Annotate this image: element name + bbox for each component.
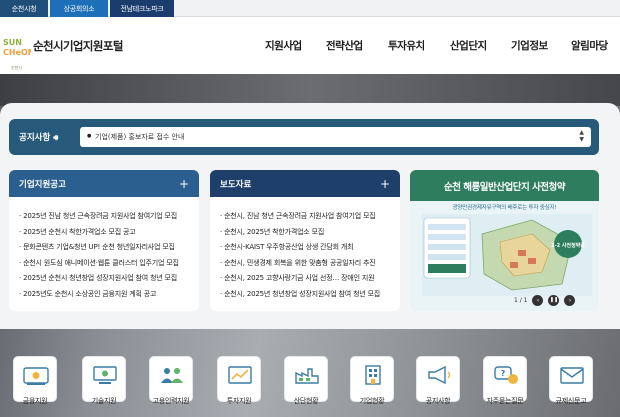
quick-label-notice[interactable]: 공지사항 <box>408 396 468 406</box>
next-icon[interactable]: › <box>564 294 576 306</box>
quick-label-employment[interactable]: 고용인력지원 <box>141 396 201 406</box>
quick-label-regulation[interactable]: 규제신문고 <box>541 396 601 406</box>
bullet-icon: ● <box>87 133 92 139</box>
quick-label-faq[interactable]: 자주묻는질문 <box>475 396 535 406</box>
list-item[interactable]: · 순천시, 2025년 청년창업 성장지원사업 참여 청년 모집 <box>220 289 392 305</box>
list-item[interactable]: · 2025년 순천시 착한가격업소 모집 공고 <box>19 227 191 243</box>
plus-icon[interactable]: + <box>380 178 390 190</box>
list-item[interactable]: · 순천시, 2025 고향사랑기금 사업 선정… 장애인 지원 <box>220 273 392 289</box>
banner-badge: 2-2 사전청약중 <box>551 242 585 249</box>
quick-label-complex[interactable]: 산단현황 <box>276 396 336 406</box>
plus-icon[interactable]: + <box>179 178 189 190</box>
tech-icon <box>93 366 117 384</box>
quick-label-investment[interactable]: 투자지원 <box>209 396 269 406</box>
banner-pager: 1 / 1 ‹ ❚❚ › <box>514 294 594 306</box>
list-item[interactable]: · 문화콘텐츠 기업&청년 UP! 순천 청년일자리사업 모집 <box>19 242 191 258</box>
logo-subtext: 순천시 <box>11 65 23 70</box>
list-item[interactable]: · 2025년 순천시 청년창업 성장지원사업 참여 청년 모집 <box>19 273 191 289</box>
nav-industrial-complex[interactable]: 산업단지 <box>450 38 487 53</box>
employment-icon <box>161 368 183 383</box>
panel-title[interactable]: 기업지원공고 <box>19 178 66 190</box>
nav-strategy[interactable]: 전략산업 <box>326 38 363 53</box>
megaphone-icon <box>428 365 451 385</box>
building-icon <box>365 365 381 385</box>
top-tab-technopark[interactable]: 전남테크노파크 <box>110 0 174 17</box>
suncheon-logo[interactable]: SUN CHeON <box>3 35 31 59</box>
hero-strip <box>0 74 620 106</box>
investment-icon <box>228 366 252 384</box>
panel-title[interactable]: 보도자료 <box>220 178 251 190</box>
page-counter: 1 / 1 <box>514 296 528 304</box>
list-item[interactable]: · 순천시, 민생경제 회복을 위한 맞춤형 공공일자리 추진 <box>220 258 392 274</box>
top-link-strip: 순천시청 상공회의소 전남테크노파크 <box>0 0 620 17</box>
quick-label-company[interactable]: 기업현황 <box>342 396 402 406</box>
envelope-icon <box>560 367 584 384</box>
list-item[interactable]: · 2025년도 순천시 소상공인 금융지원 계획 공고 <box>19 289 191 305</box>
nav-support[interactable]: 지원사업 <box>265 38 302 53</box>
site-header: SUN CHeON 순천시 순천시기업지원포털 지원사업 전략산업 투자유치 산… <box>0 17 620 74</box>
site-title[interactable]: 순천시기업지원포털 <box>33 38 123 54</box>
promo-banner[interactable]: 순천 해룡일반산업단지 사전청약 광양만권경제자유구역의 배후로는 투자 중심지… <box>410 170 599 311</box>
quick-label-tech[interactable]: 기술지원 <box>74 396 134 406</box>
prev-icon[interactable]: ‹ <box>532 294 544 306</box>
top-tab-suncheon[interactable]: 순천시청 <box>0 0 48 17</box>
finance-icon <box>23 367 49 385</box>
quick-label-finance[interactable]: 금융지원 <box>5 396 65 406</box>
list-item[interactable]: · 순천시, 진남 청년 근속장려금 지원사업 참여기업 모집 <box>220 211 392 227</box>
list-item[interactable]: · 2025년 진남 청년 근속장려금 지원사업 참여기업 모집 <box>19 211 191 227</box>
pause-icon[interactable]: ❚❚ <box>548 294 560 306</box>
speaker-icon: 🔊︎ <box>53 133 59 142</box>
notice-text[interactable]: 기업(제품) 홍보자료 접수 안내 <box>95 132 184 142</box>
panel-business-support: 기업지원공고 + · 2025년 진남 청년 근속장려금 지원사업 참여기업 모… <box>9 170 199 311</box>
nav-company-info[interactable]: 기업정보 <box>511 38 548 53</box>
factory-icon <box>295 368 319 384</box>
list-item[interactable]: · 순천시, 2025년 착한가격업소 모집 <box>220 227 392 243</box>
banner-subtitle: 광양만권경제자유구역의 배후로는 투자 중심지! <box>452 205 557 211</box>
panel-header: 기업지원공고 + <box>9 170 199 197</box>
panel-press-release: 보도자료 + · 순천시, 진남 청년 근속장려금 지원사업 참여기업 모집 ·… <box>210 170 400 311</box>
top-tab-chamber[interactable]: 상공회의소 <box>50 0 108 17</box>
notice-arrows[interactable]: ▲ ▼ <box>579 129 584 143</box>
arrow-up-icon[interactable]: ▲ <box>579 129 584 136</box>
panel-list: · 2025년 진남 청년 근속장려금 지원사업 참여기업 모집 · 2025년… <box>19 211 191 305</box>
svg-text:SUN: SUN <box>3 38 22 47</box>
nav-investment[interactable]: 투자유치 <box>388 38 425 53</box>
banner-title: 순천 해룡일반산업단지 사전청약 <box>444 182 565 193</box>
notice-ticker[interactable]: ● 기업(제품) 홍보자료 접수 안내 ▲ ▼ <box>80 127 591 147</box>
arrow-down-icon[interactable]: ▼ <box>579 136 584 143</box>
notice-bar: 공지사항 🔊︎ ● 기업(제품) 홍보자료 접수 안내 ▲ ▼ <box>9 119 599 155</box>
svg-text:CHeON: CHeON <box>3 48 31 57</box>
panel-list: · 순천시, 진남 청년 근속장려금 지원사업 참여기업 모집 · 순천시, 2… <box>220 211 392 305</box>
svg-text:?: ? <box>501 369 506 378</box>
panel-header: 보도자료 + <box>210 170 400 197</box>
list-item[interactable]: · 순천시 원도심 애니메이션·웹툰 클러스터 입주기업 모집 <box>19 258 191 274</box>
faq-icon: ? <box>494 366 518 384</box>
banner-header: 순천 해룡일반산업단지 사전청약 <box>410 170 599 201</box>
notice-label: 공지사항 🔊︎ <box>19 133 59 143</box>
nav-notice[interactable]: 알림마당 <box>571 38 608 53</box>
list-item[interactable]: · 순천시-KAIST 우주항공산업 상생 간담회 개최 <box>220 242 392 258</box>
industrial-map-illustration: 2-2 사전청약중 <box>422 214 592 296</box>
